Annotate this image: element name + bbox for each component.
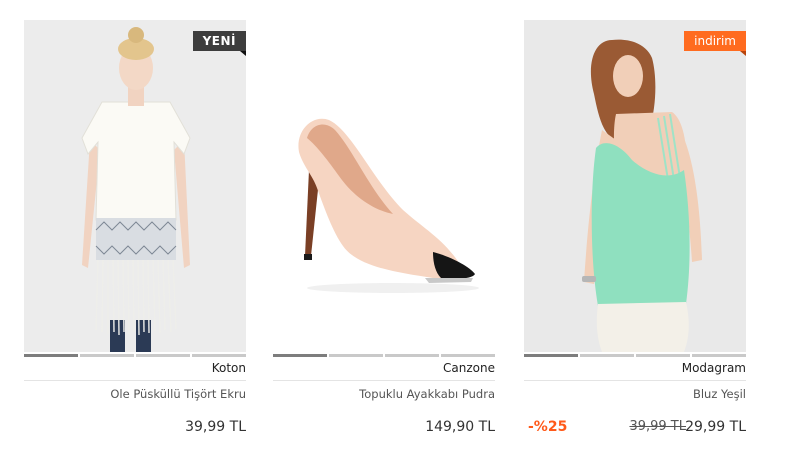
product-image[interactable]: YENİ <box>24 20 246 352</box>
discount-label: -%25 <box>528 419 568 435</box>
slider-segment[interactable] <box>441 354 495 357</box>
slider-segment[interactable] <box>692 354 746 357</box>
slider-segment[interactable] <box>636 354 690 357</box>
slider-segment[interactable] <box>136 354 190 357</box>
divider <box>24 380 246 381</box>
image-slider-indicator[interactable] <box>524 354 746 357</box>
model-tshirt-image <box>24 20 246 352</box>
sale-badge: indirim <box>684 31 746 56</box>
product-price: 149,90 TL <box>425 419 495 435</box>
product-brand[interactable]: Canzone <box>273 361 495 377</box>
product-card[interactable]: indirim Modagram Bluz Yeşil -%25 39,99 T… <box>524 20 746 439</box>
price-row: 149,90 TL <box>273 419 495 439</box>
slider-segment[interactable] <box>580 354 634 357</box>
heel-shoe-image <box>273 20 495 352</box>
slider-segment[interactable] <box>524 354 578 357</box>
slider-segment[interactable] <box>329 354 383 357</box>
product-name[interactable]: Bluz Yeşil <box>524 387 746 403</box>
product-name[interactable]: Topuklu Ayakkabı Pudra <box>273 387 495 403</box>
product-image[interactable] <box>273 20 495 352</box>
product-price: 39,99 TL <box>185 419 246 435</box>
price-row: 39,99 TL <box>24 419 246 439</box>
product-card[interactable]: Canzone Topuklu Ayakkabı Pudra 149,90 TL <box>273 20 495 439</box>
product-brand[interactable]: Koton <box>24 361 246 377</box>
slider-segment[interactable] <box>24 354 78 357</box>
product-name[interactable]: Ole Püsküllü Tişört Ekru <box>24 387 246 403</box>
product-price: 29,99 TL <box>685 419 746 435</box>
new-badge: YENİ <box>192 31 246 56</box>
slider-segment[interactable] <box>273 354 327 357</box>
model-blouse-image <box>524 20 746 352</box>
product-brand[interactable]: Modagram <box>524 361 746 377</box>
divider <box>524 380 746 381</box>
image-slider-indicator[interactable] <box>24 354 246 357</box>
image-slider-indicator[interactable] <box>273 354 495 357</box>
slider-segment[interactable] <box>80 354 134 357</box>
divider <box>273 380 495 381</box>
old-price: 39,99 TL <box>629 419 686 434</box>
product-image[interactable]: indirim <box>524 20 746 352</box>
slider-segment[interactable] <box>192 354 246 357</box>
slider-segment[interactable] <box>385 354 439 357</box>
price-row: -%25 39,99 TL 29,99 TL <box>524 419 746 439</box>
product-card[interactable]: YENİ Koton Ole Püsküllü Tişört Ekru 39,9… <box>24 20 246 439</box>
